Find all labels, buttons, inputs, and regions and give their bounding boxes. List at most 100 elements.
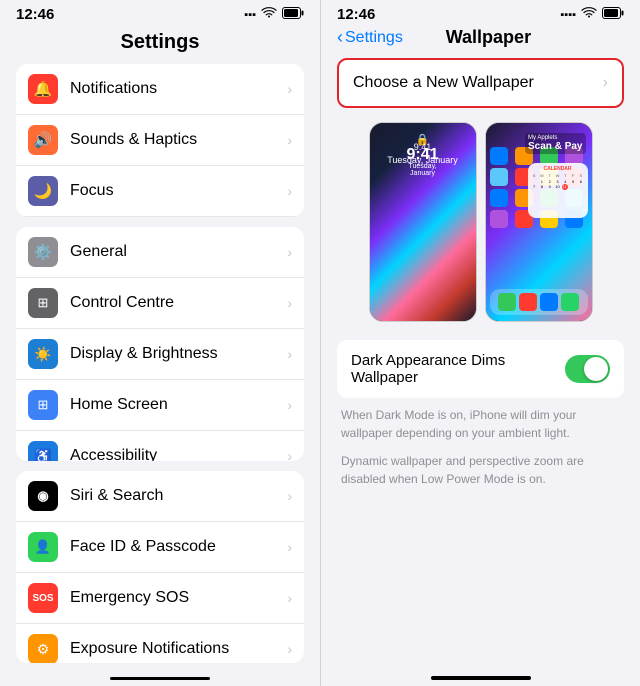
face-id-label: Face ID & Passcode [70,538,283,556]
emergency-sos-label: Emergency SOS [70,589,283,607]
left-title: Settings [0,27,320,64]
battery-icon-left [282,7,304,22]
sidebar-item-siri[interactable]: ◉ Siri & Search › [16,471,304,522]
dock-icon-3 [540,293,558,311]
back-button[interactable]: ‹ Settings [337,27,403,48]
info-text-2: Dynamic wallpaper and perspective zoom a… [337,452,624,488]
back-chevron-icon: ‹ [337,27,343,48]
sidebar-item-display[interactable]: ☀️ Display & Brightness › [16,329,304,380]
chevron-icon: › [287,346,292,362]
sounds-icon: 🔊 [28,125,58,155]
chevron-icon: › [603,74,608,92]
control-centre-icon: ⊞ [28,288,58,318]
dock-icon-4 [561,293,579,311]
home-screen-wallpaper: My Applets Scan & Pay CALENDAR S M T W T… [486,123,592,321]
focus-icon: 🌙 [28,176,58,206]
signal-icon: ▪▪▪ [244,9,256,21]
home-indicator-left [110,677,210,680]
sidebar-item-accessibility[interactable]: ♿ Accessibility › [16,431,304,461]
lock-screen-preview[interactable]: 🔒 9:41 Tuesday, January [369,122,477,322]
mid-settings-group: ⚙️ General › ⊞ Control Centre › ☀️ Displ… [16,227,304,461]
chevron-icon: › [287,295,292,311]
general-icon: ⚙️ [28,237,58,267]
app-icon-5 [490,168,508,186]
siri-label: Siri & Search [70,487,283,505]
display-label: Display & Brightness [70,345,283,363]
app-icon-9 [490,189,508,207]
right-header: ‹ Settings Wallpaper [321,27,640,58]
sidebar-item-sounds[interactable]: 🔊 Sounds & Haptics › [16,115,304,166]
focus-label: Focus [70,182,283,200]
dock-icon-1 [498,293,516,311]
dark-dims-label: Dark Appearance Dims Wallpaper [351,352,565,386]
sidebar-item-face-id[interactable]: 👤 Face ID & Passcode › [16,522,304,573]
siri-icon: ◉ [28,481,58,511]
status-icons-right: ▪▪▪▪ [560,7,624,22]
top-settings-group: 🔔 Notifications › 🔊 Sounds & Haptics › 🌙… [16,64,304,217]
choose-new-wallpaper-button[interactable]: Choose a New Wallpaper › [337,58,624,108]
sounds-label: Sounds & Haptics [70,131,283,149]
sidebar-item-general[interactable]: ⚙️ General › [16,227,304,278]
calendar-widget: CALENDAR S M T W T F S 1 2 3 [528,163,588,218]
chevron-icon: › [287,641,292,657]
accessibility-label: Accessibility [70,447,283,461]
home-screen-icon: ⊞ [28,390,58,420]
wifi-icon-right [581,7,597,22]
right-content: Choose a New Wallpaper › 🔒 9:41 Tuesday,… [321,58,640,672]
sidebar-item-home-screen[interactable]: ⊞ Home Screen › [16,380,304,431]
status-bar-left: 12:46 ▪▪▪ [0,0,320,27]
dark-dims-toggle[interactable] [565,355,610,383]
dock [490,289,588,315]
sidebar-item-control-centre[interactable]: ⊞ Control Centre › [16,278,304,329]
right-page-title: Wallpaper [403,27,574,48]
info-text-1: When Dark Mode is on, iPhone will dim yo… [337,406,624,442]
choose-wallpaper-label: Choose a New Wallpaper [353,74,534,92]
right-panel: 12:46 ▪▪▪▪ ‹ Set [320,0,640,686]
control-centre-label: Control Centre [70,294,283,312]
emergency-sos-icon: SOS [28,583,58,613]
face-id-icon: 👤 [28,532,58,562]
signal-icon-right: ▪▪▪▪ [560,9,576,21]
left-panel: 12:46 ▪▪▪ Settings [0,0,320,686]
bottom-settings-group: ◉ Siri & Search › 👤 Face ID & Passcode ›… [16,471,304,662]
chevron-icon: › [287,590,292,606]
notifications-icon: 🔔 [28,74,58,104]
notifications-label: Notifications [70,80,283,98]
wifi-icon [261,7,277,22]
chevron-icon: › [287,539,292,555]
app-icon-1 [490,147,508,165]
chevron-icon: › [287,81,292,97]
chevron-icon: › [287,397,292,413]
time-right: 12:46 [337,6,375,23]
lock-date: Tuesday, January [396,163,449,177]
status-bar-right: 12:46 ▪▪▪▪ [321,0,640,27]
dock-icon-2 [519,293,537,311]
back-label: Settings [345,29,403,47]
status-icons-left: ▪▪▪ [244,7,304,22]
exposure-icon: ⚙ [28,634,58,662]
app-icon-13 [490,210,508,228]
sidebar-item-exposure[interactable]: ⚙ Exposure Notifications › [16,624,304,662]
lock-icon: 🔒 [396,133,449,146]
wallpaper-preview: 🔒 9:41 Tuesday, January My Applets Scan … [337,122,624,322]
chevron-icon: › [287,244,292,260]
accessibility-icon: ♿ [28,441,58,461]
home-screen-preview[interactable]: My Applets Scan & Pay CALENDAR S M T W T… [485,122,593,322]
time-left: 12:46 [16,6,54,23]
dark-appearance-dims-row: Dark Appearance Dims Wallpaper [337,340,624,398]
widget-preview: My Applets Scan & Pay [525,133,585,154]
battery-icon-right [602,7,624,22]
chevron-icon: › [287,448,292,461]
display-icon: ☀️ [28,339,58,369]
home-screen-label: Home Screen [70,396,283,414]
sidebar-item-emergency-sos[interactable]: SOS Emergency SOS › [16,573,304,624]
exposure-label: Exposure Notifications [70,640,283,658]
general-label: General [70,243,283,261]
chevron-icon: › [287,183,292,199]
sidebar-item-focus[interactable]: 🌙 Focus › [16,166,304,217]
lock-time: 9:41 [396,147,449,163]
chevron-icon: › [287,132,292,148]
sidebar-item-notifications[interactable]: 🔔 Notifications › [16,64,304,115]
home-indicator-right [431,676,531,680]
chevron-icon: › [287,488,292,504]
